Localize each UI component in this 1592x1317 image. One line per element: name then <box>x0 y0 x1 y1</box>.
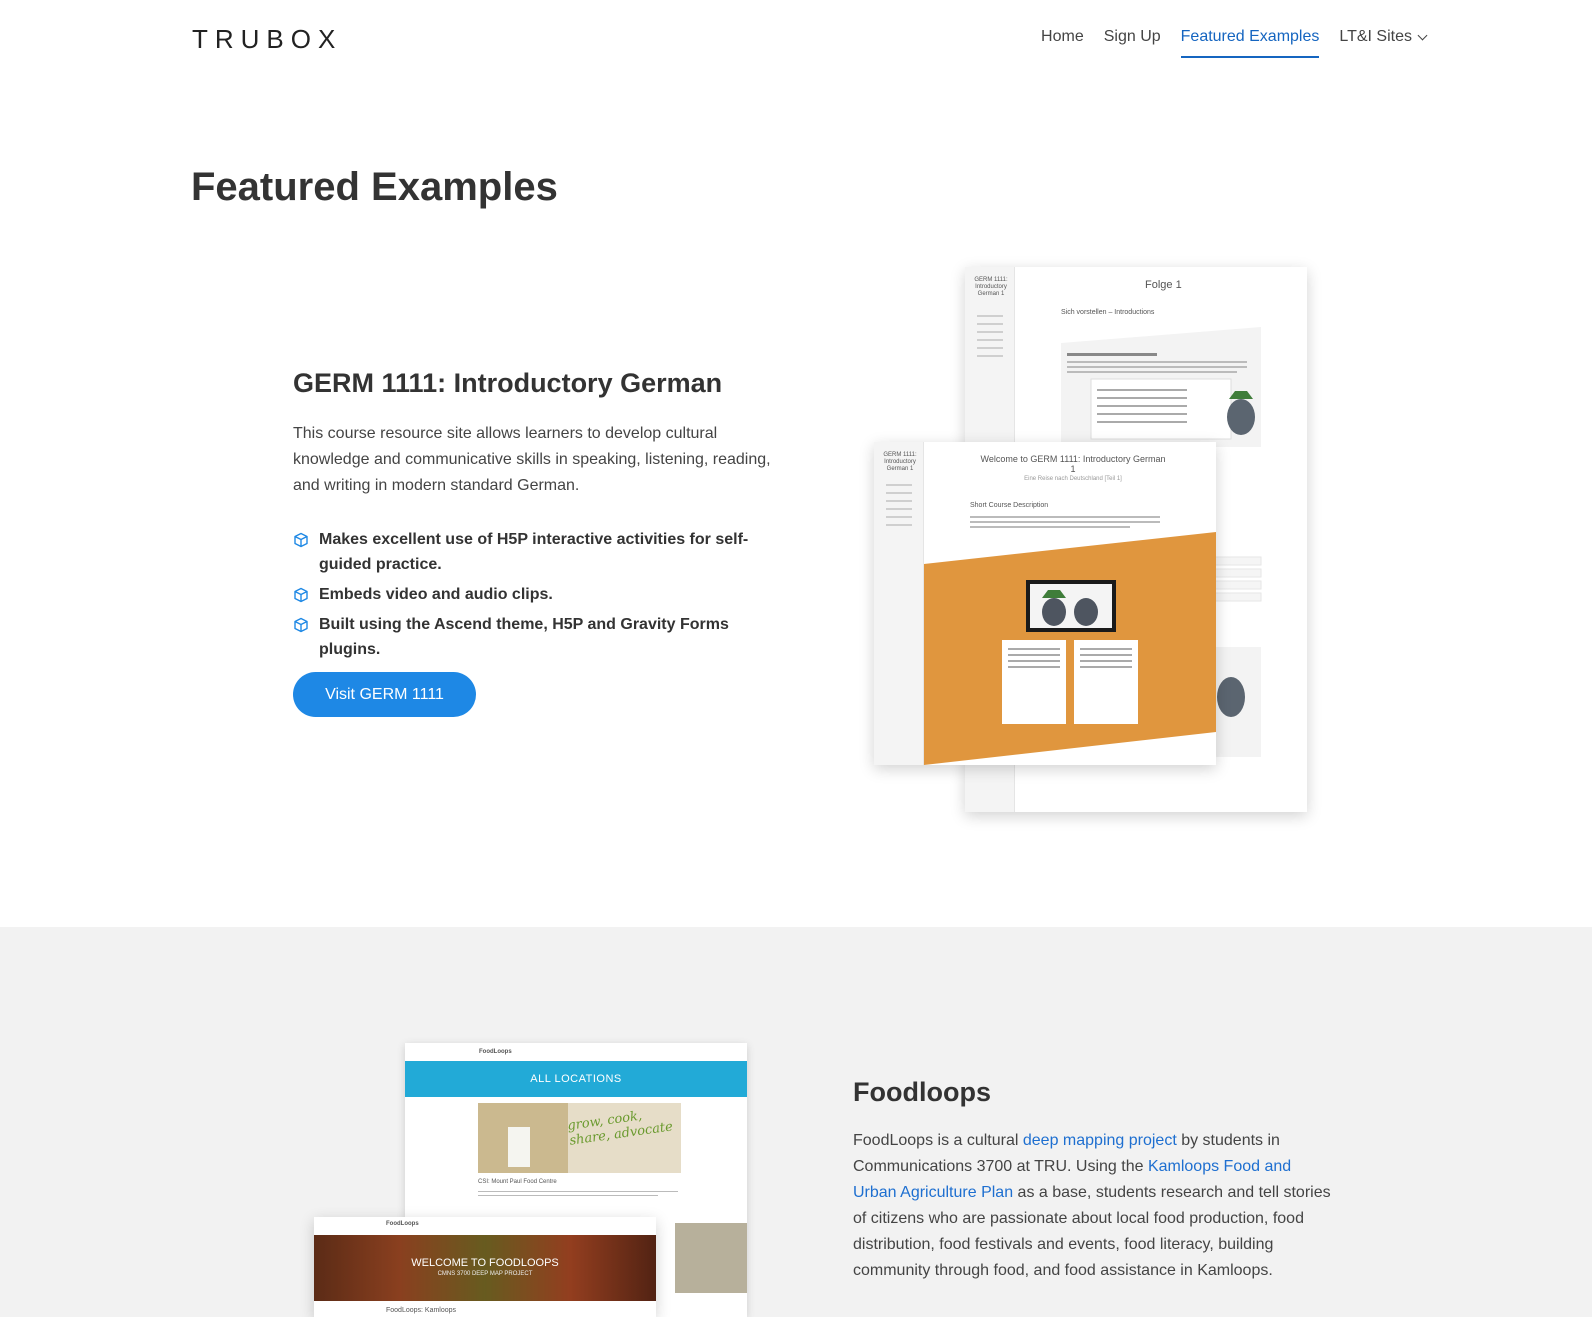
feature-text: Embeds video and audio clips. <box>319 586 553 603</box>
mock-back-brand: FoodLoops <box>479 1049 512 1055</box>
germ-feature-list: Makes excellent use of H5P interactive a… <box>293 527 783 662</box>
mock-front-subtitle: Eine Reise nach Deutschland [Teil 1] <box>1024 476 1122 482</box>
cube-icon <box>294 617 308 633</box>
mock-front-content <box>924 516 1216 765</box>
nav-sign-up[interactable]: Sign Up <box>1104 28 1161 56</box>
visit-germ-button[interactable]: Visit GERM 1111 <box>293 672 476 717</box>
foodloops-section-text: Foodloops FoodLoops is a cultural deep m… <box>853 1077 1338 1284</box>
mock-front-brand: FoodLoops <box>386 1221 419 1227</box>
feature-text: Built using the Ascend theme, H5P and Gr… <box>319 616 729 658</box>
mock-back-subtitle: Sich vorstellen – Introductions <box>1061 309 1155 316</box>
welcome-hero: WELCOME TO FOODLOOPS CMNS 3700 DEEP MAP … <box>314 1235 656 1301</box>
feature-item: Makes excellent use of H5P interactive a… <box>293 527 783 577</box>
page-title: Featured Examples <box>191 165 558 209</box>
foodloops-section <box>0 927 1592 1317</box>
welcome-hero-title: WELCOME TO FOODLOOPS <box>411 1257 559 1269</box>
site-logo[interactable]: TRUBOX <box>192 24 342 55</box>
locations-banner-label: ALL LOCATIONS <box>530 1073 622 1085</box>
nav-home[interactable]: Home <box>1041 28 1084 56</box>
food-centre-title: CSI: Mount Paul Food Centre <box>478 1179 557 1185</box>
mock-sidebar: GERM 1111: Introductory German 1 <box>874 442 924 765</box>
welcome-hero-subtitle: CMNS 3700 DEEP MAP PROJECT <box>437 1271 533 1277</box>
mock-front-heading: FoodLoops: Kamloops <box>386 1307 457 1314</box>
main-nav: Home Sign Up Featured Examples LT&I Site… <box>1041 28 1428 58</box>
mock-side-title: GERM 1111: Introductory German 1 <box>883 452 917 472</box>
chevron-down-icon <box>1417 30 1428 40</box>
cube-icon <box>294 532 308 548</box>
food-centre-script: grow, cook, share, advocate <box>566 1108 674 1149</box>
locations-banner: ALL LOCATIONS <box>405 1061 747 1097</box>
germ-title: GERM 1111: Introductory German <box>293 368 723 398</box>
deep-mapping-link[interactable]: deep mapping project <box>1023 1132 1177 1149</box>
foodloops-screenshot-front: FoodLoops WELCOME TO FOODLOOPS CMNS 3700… <box>314 1217 656 1317</box>
cube-icon <box>294 587 308 603</box>
feature-item: Embeds video and audio clips. <box>293 582 783 607</box>
nav-lti-sites[interactable]: LT&I Sites <box>1339 28 1428 56</box>
foodloops-title: Foodloops <box>853 1077 991 1107</box>
feature-text: Makes excellent use of H5P interactive a… <box>319 531 749 573</box>
nav-lti-sites-label: LT&I Sites <box>1339 28 1412 45</box>
foodloops-desc-part: FoodLoops is a cultural <box>853 1132 1023 1149</box>
mock-front-section: Short Course Description <box>970 502 1049 509</box>
foodloops-description: FoodLoops is a cultural deep mapping pro… <box>853 1128 1338 1284</box>
germ-section-text: GERM 1111: Introductory German This cour… <box>293 368 783 667</box>
germ-screenshot-front: GERM 1111: Introductory German 1 Welcome… <box>874 442 1216 765</box>
germ-description: This course resource site allows learner… <box>293 425 771 494</box>
mock-back-title: Folge 1 <box>1145 279 1182 291</box>
nav-featured-examples[interactable]: Featured Examples <box>1180 28 1320 58</box>
site-header: TRUBOX Home Sign Up Featured Examples LT… <box>0 0 1592 80</box>
feature-item: Built using the Ascend theme, H5P and Gr… <box>293 612 783 662</box>
mock-side-title: GERM 1111: Introductory German 1 <box>974 277 1008 297</box>
food-centre-image: grow, cook, share, advocate <box>478 1103 681 1173</box>
mock-front-title: Welcome to GERM 1111: Introductory Germa… <box>980 454 1166 474</box>
